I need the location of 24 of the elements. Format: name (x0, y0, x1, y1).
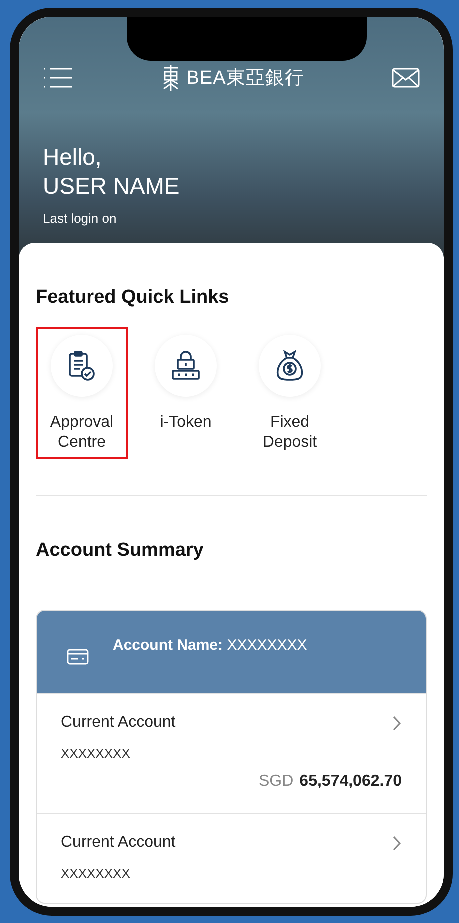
clipboard-check-icon (67, 350, 97, 382)
quick-link[interactable]: i-Token (140, 327, 232, 459)
brand-name: BEA東亞銀行 (186, 67, 304, 91)
section-title: Featured Quick Links (36, 286, 230, 309)
account-number: XXXXXXXX (61, 866, 132, 881)
chevron-right-icon (393, 716, 402, 730)
card-icon (67, 649, 89, 665)
money-bag-icon (274, 349, 306, 383)
quick-link[interactable]: Fixed Deposit (244, 327, 336, 459)
account-row[interactable]: Current Account XXXXXXXX (37, 813, 426, 903)
account-name: Account Name: XXXXXXXX (113, 637, 308, 654)
chevron-right-icon (393, 836, 402, 850)
last-login-text: Last login on (43, 211, 118, 226)
greeting: Hello, USER NAME (43, 143, 181, 201)
menu-icon[interactable] (43, 67, 73, 89)
account-number: XXXXXXXX (61, 746, 132, 761)
mail-icon[interactable] (392, 68, 420, 88)
section-title: Account Summary (36, 540, 205, 562)
quick-link[interactable]: Approval Centre (36, 327, 128, 459)
account-balance: SGD 65,574,062.70 (259, 773, 402, 791)
account-row[interactable]: Current Account XXXXXXXX SGD 65,574,062.70 (37, 693, 426, 813)
account-type: Current Account (61, 834, 176, 852)
account-type: Current Account (61, 714, 176, 732)
lock-password-icon (170, 350, 202, 382)
